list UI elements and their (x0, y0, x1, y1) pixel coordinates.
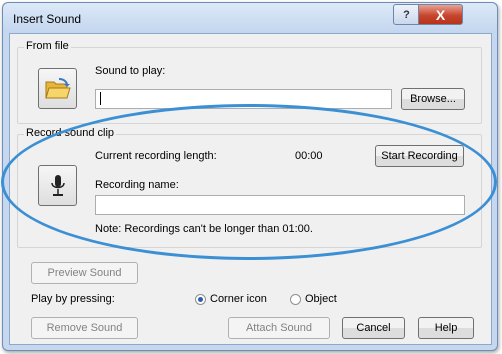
sound-to-play-input[interactable] (95, 89, 392, 109)
radio-unselected-icon (290, 293, 301, 305)
text-caret (100, 92, 101, 105)
folder-open-icon (44, 77, 71, 98)
folder-button[interactable] (38, 68, 77, 109)
dialog-title: Insert Sound (13, 12, 82, 26)
close-button[interactable]: X (418, 4, 463, 25)
recording-length-value: 00:00 (295, 150, 323, 162)
question-icon: ? (403, 8, 410, 21)
microphone-icon (50, 174, 65, 196)
dialog-window: Insert Sound ? X From file Sound to play… (2, 2, 498, 351)
browse-button[interactable]: Browse... (401, 88, 465, 110)
from-file-legend: From file (24, 40, 71, 52)
record-legend: Record sound clip (24, 127, 117, 139)
recording-length-label: Current recording length: (95, 150, 217, 162)
title-bar: Insert Sound ? X (3, 3, 497, 33)
remove-sound-button[interactable]: Remove Sound (31, 317, 138, 339)
corner-icon-radio-label: Corner icon (210, 293, 267, 305)
from-file-group: From file Sound to play: Browse... (17, 40, 482, 124)
record-group: Record sound clip Current recording leng… (17, 127, 482, 248)
start-recording-button[interactable]: Start Recording (375, 145, 464, 167)
corner-icon-radio[interactable]: Corner icon (195, 293, 267, 305)
object-radio[interactable]: Object (290, 293, 337, 305)
play-by-pressing-label: Play by pressing: (31, 293, 115, 305)
recording-name-label: Recording name: (95, 179, 179, 191)
attach-sound-button[interactable]: Attach Sound (228, 317, 330, 339)
preview-sound-button[interactable]: Preview Sound (31, 262, 138, 284)
help-button[interactable]: Help (418, 317, 474, 339)
object-radio-label: Object (305, 293, 337, 305)
help-title-button[interactable]: ? (393, 4, 420, 25)
microphone-button[interactable] (38, 165, 77, 206)
cancel-button[interactable]: Cancel (342, 317, 405, 339)
sound-to-play-label: Sound to play: (95, 65, 166, 77)
recording-name-input[interactable] (95, 195, 465, 215)
recording-limit-note: Note: Recordings can't be longer than 01… (95, 223, 313, 235)
close-icon: X (435, 6, 446, 23)
dialog-body: From file Sound to play: Browse... Recor… (9, 33, 492, 345)
radio-selected-icon (195, 293, 206, 305)
